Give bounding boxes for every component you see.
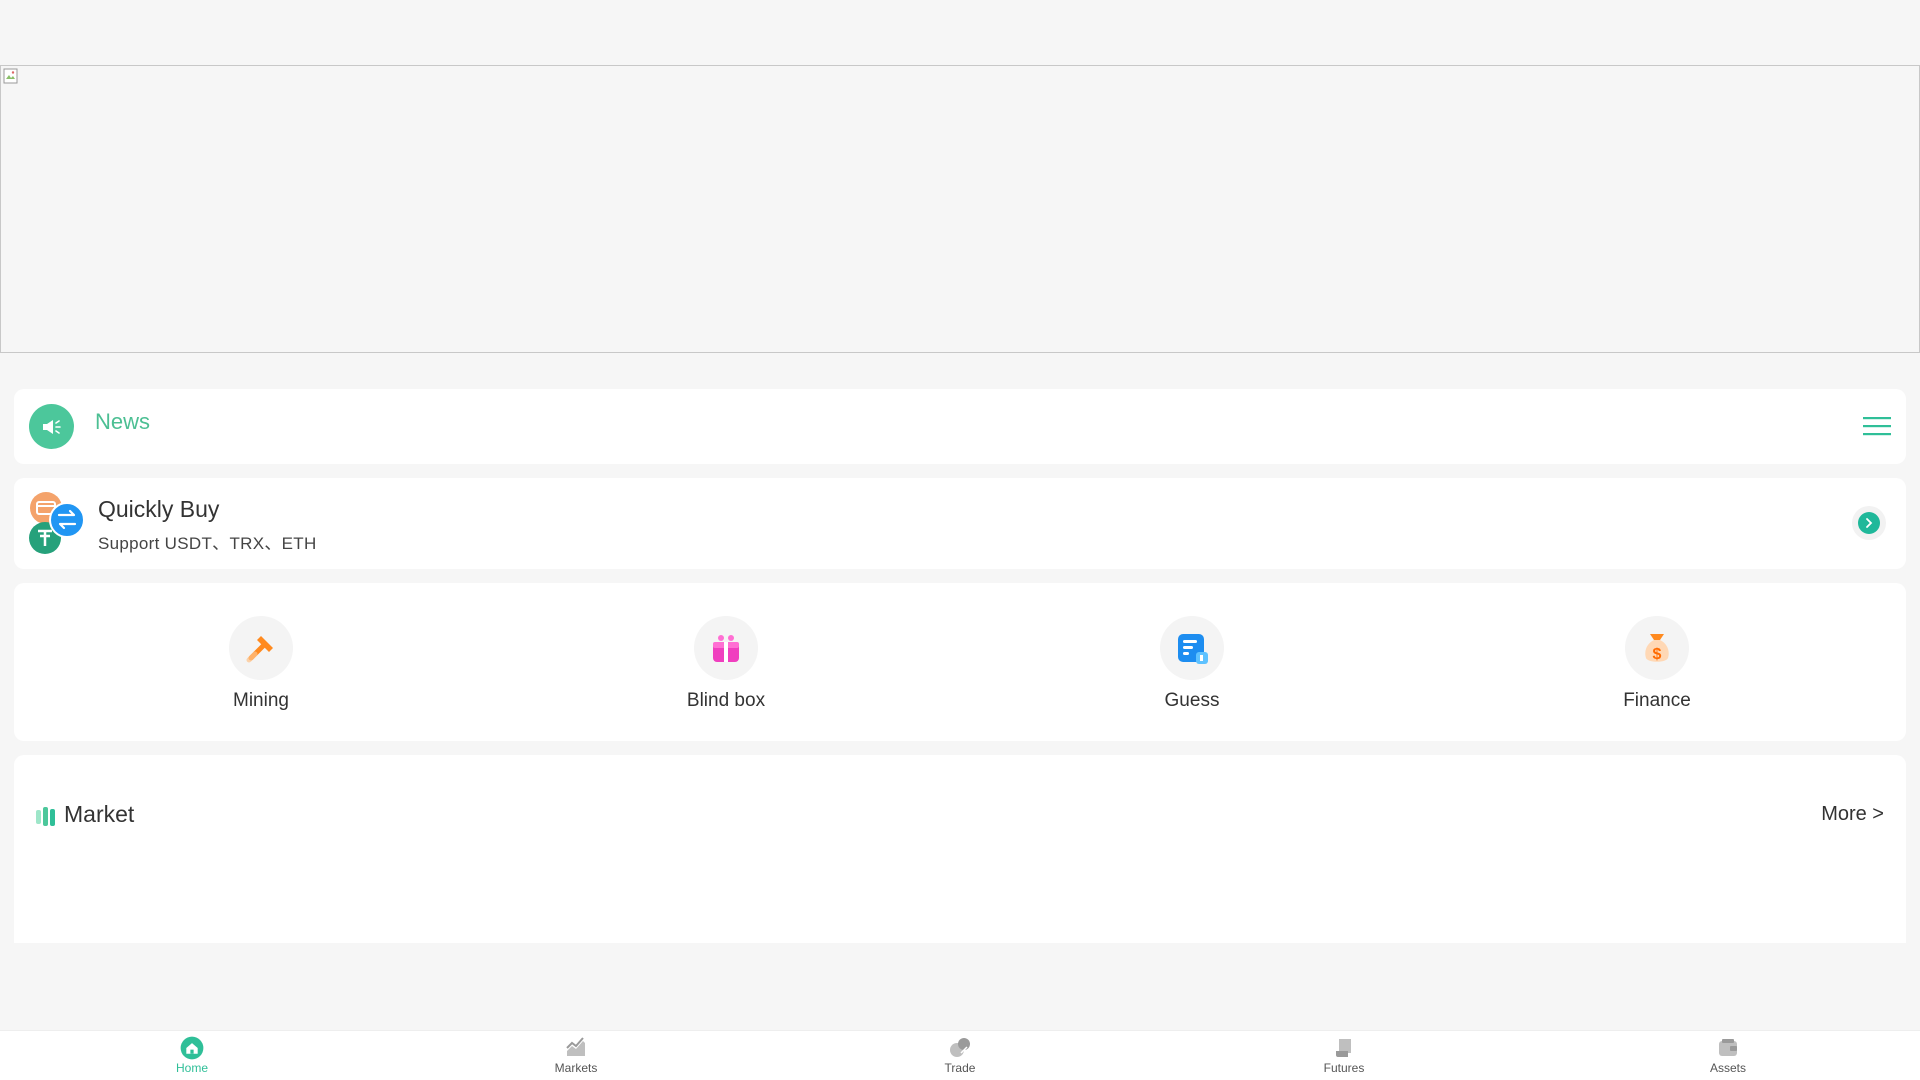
bottom-nav: Home Markets Trade Futures Assets <box>0 1030 1920 1080</box>
feature-finance[interactable]: $ Finance <box>1557 616 1757 716</box>
home-icon <box>179 1035 205 1061</box>
nav-trade[interactable]: Trade <box>900 1035 1020 1075</box>
nav-futures[interactable]: Futures <box>1284 1035 1404 1075</box>
feature-label: Guess <box>1164 690 1220 711</box>
nav-markets[interactable]: Markets <box>516 1035 636 1075</box>
market-bars-icon <box>36 807 55 826</box>
nav-label: Markets <box>554 1061 598 1075</box>
chevron-right-icon <box>1858 512 1880 534</box>
guess-icon <box>1160 616 1224 680</box>
futures-icon <box>1331 1035 1357 1061</box>
trade-icon <box>947 1035 973 1061</box>
feature-guess[interactable]: Guess <box>1092 616 1292 716</box>
news-title[interactable]: News <box>95 409 150 435</box>
market-more-link[interactable]: More > <box>1821 803 1884 826</box>
features-grid: Mining Blind box Guess $ Finance <box>14 583 1906 741</box>
nav-assets[interactable]: Assets <box>1668 1035 1788 1075</box>
money-bag-icon: $ <box>1625 616 1689 680</box>
news-bar[interactable]: News <box>14 389 1906 464</box>
nav-label: Home <box>175 1061 208 1075</box>
svg-text:$: $ <box>1653 646 1662 663</box>
feature-label: Mining <box>233 690 289 711</box>
feature-mining[interactable]: Mining <box>161 616 361 716</box>
feature-label: Blind box <box>686 690 766 711</box>
quick-buy-subtitle: Support USDT、TRX、ETH <box>98 534 317 553</box>
market-section: Market More > <box>14 755 1906 943</box>
page: News Quickly Buy Support USDT、TRX、ETH Mi… <box>0 0 1920 1080</box>
feature-blind-box[interactable]: Blind box <box>626 616 826 716</box>
quick-buy-coins-icon <box>29 492 85 554</box>
nav-label: Trade <box>944 1061 976 1075</box>
quick-buy-arrow-button[interactable] <box>1852 506 1886 540</box>
megaphone-icon <box>29 404 74 449</box>
gift-icon <box>694 616 758 680</box>
feature-label: Finance <box>1623 690 1691 711</box>
menu-icon[interactable] <box>1863 416 1891 436</box>
chart-icon <box>563 1035 589 1061</box>
market-title: Market <box>64 801 135 827</box>
hammer-icon <box>229 616 293 680</box>
wallet-icon <box>1715 1035 1741 1061</box>
nav-label: Futures <box>1323 1061 1365 1075</box>
nav-label: Assets <box>1709 1061 1746 1075</box>
quick-buy-title: Quickly Buy <box>98 496 220 522</box>
quick-buy-card[interactable]: Quickly Buy Support USDT、TRX、ETH <box>14 478 1906 569</box>
banner-image[interactable] <box>0 65 1920 353</box>
nav-home[interactable]: Home <box>132 1035 252 1075</box>
broken-image-icon <box>3 68 18 84</box>
